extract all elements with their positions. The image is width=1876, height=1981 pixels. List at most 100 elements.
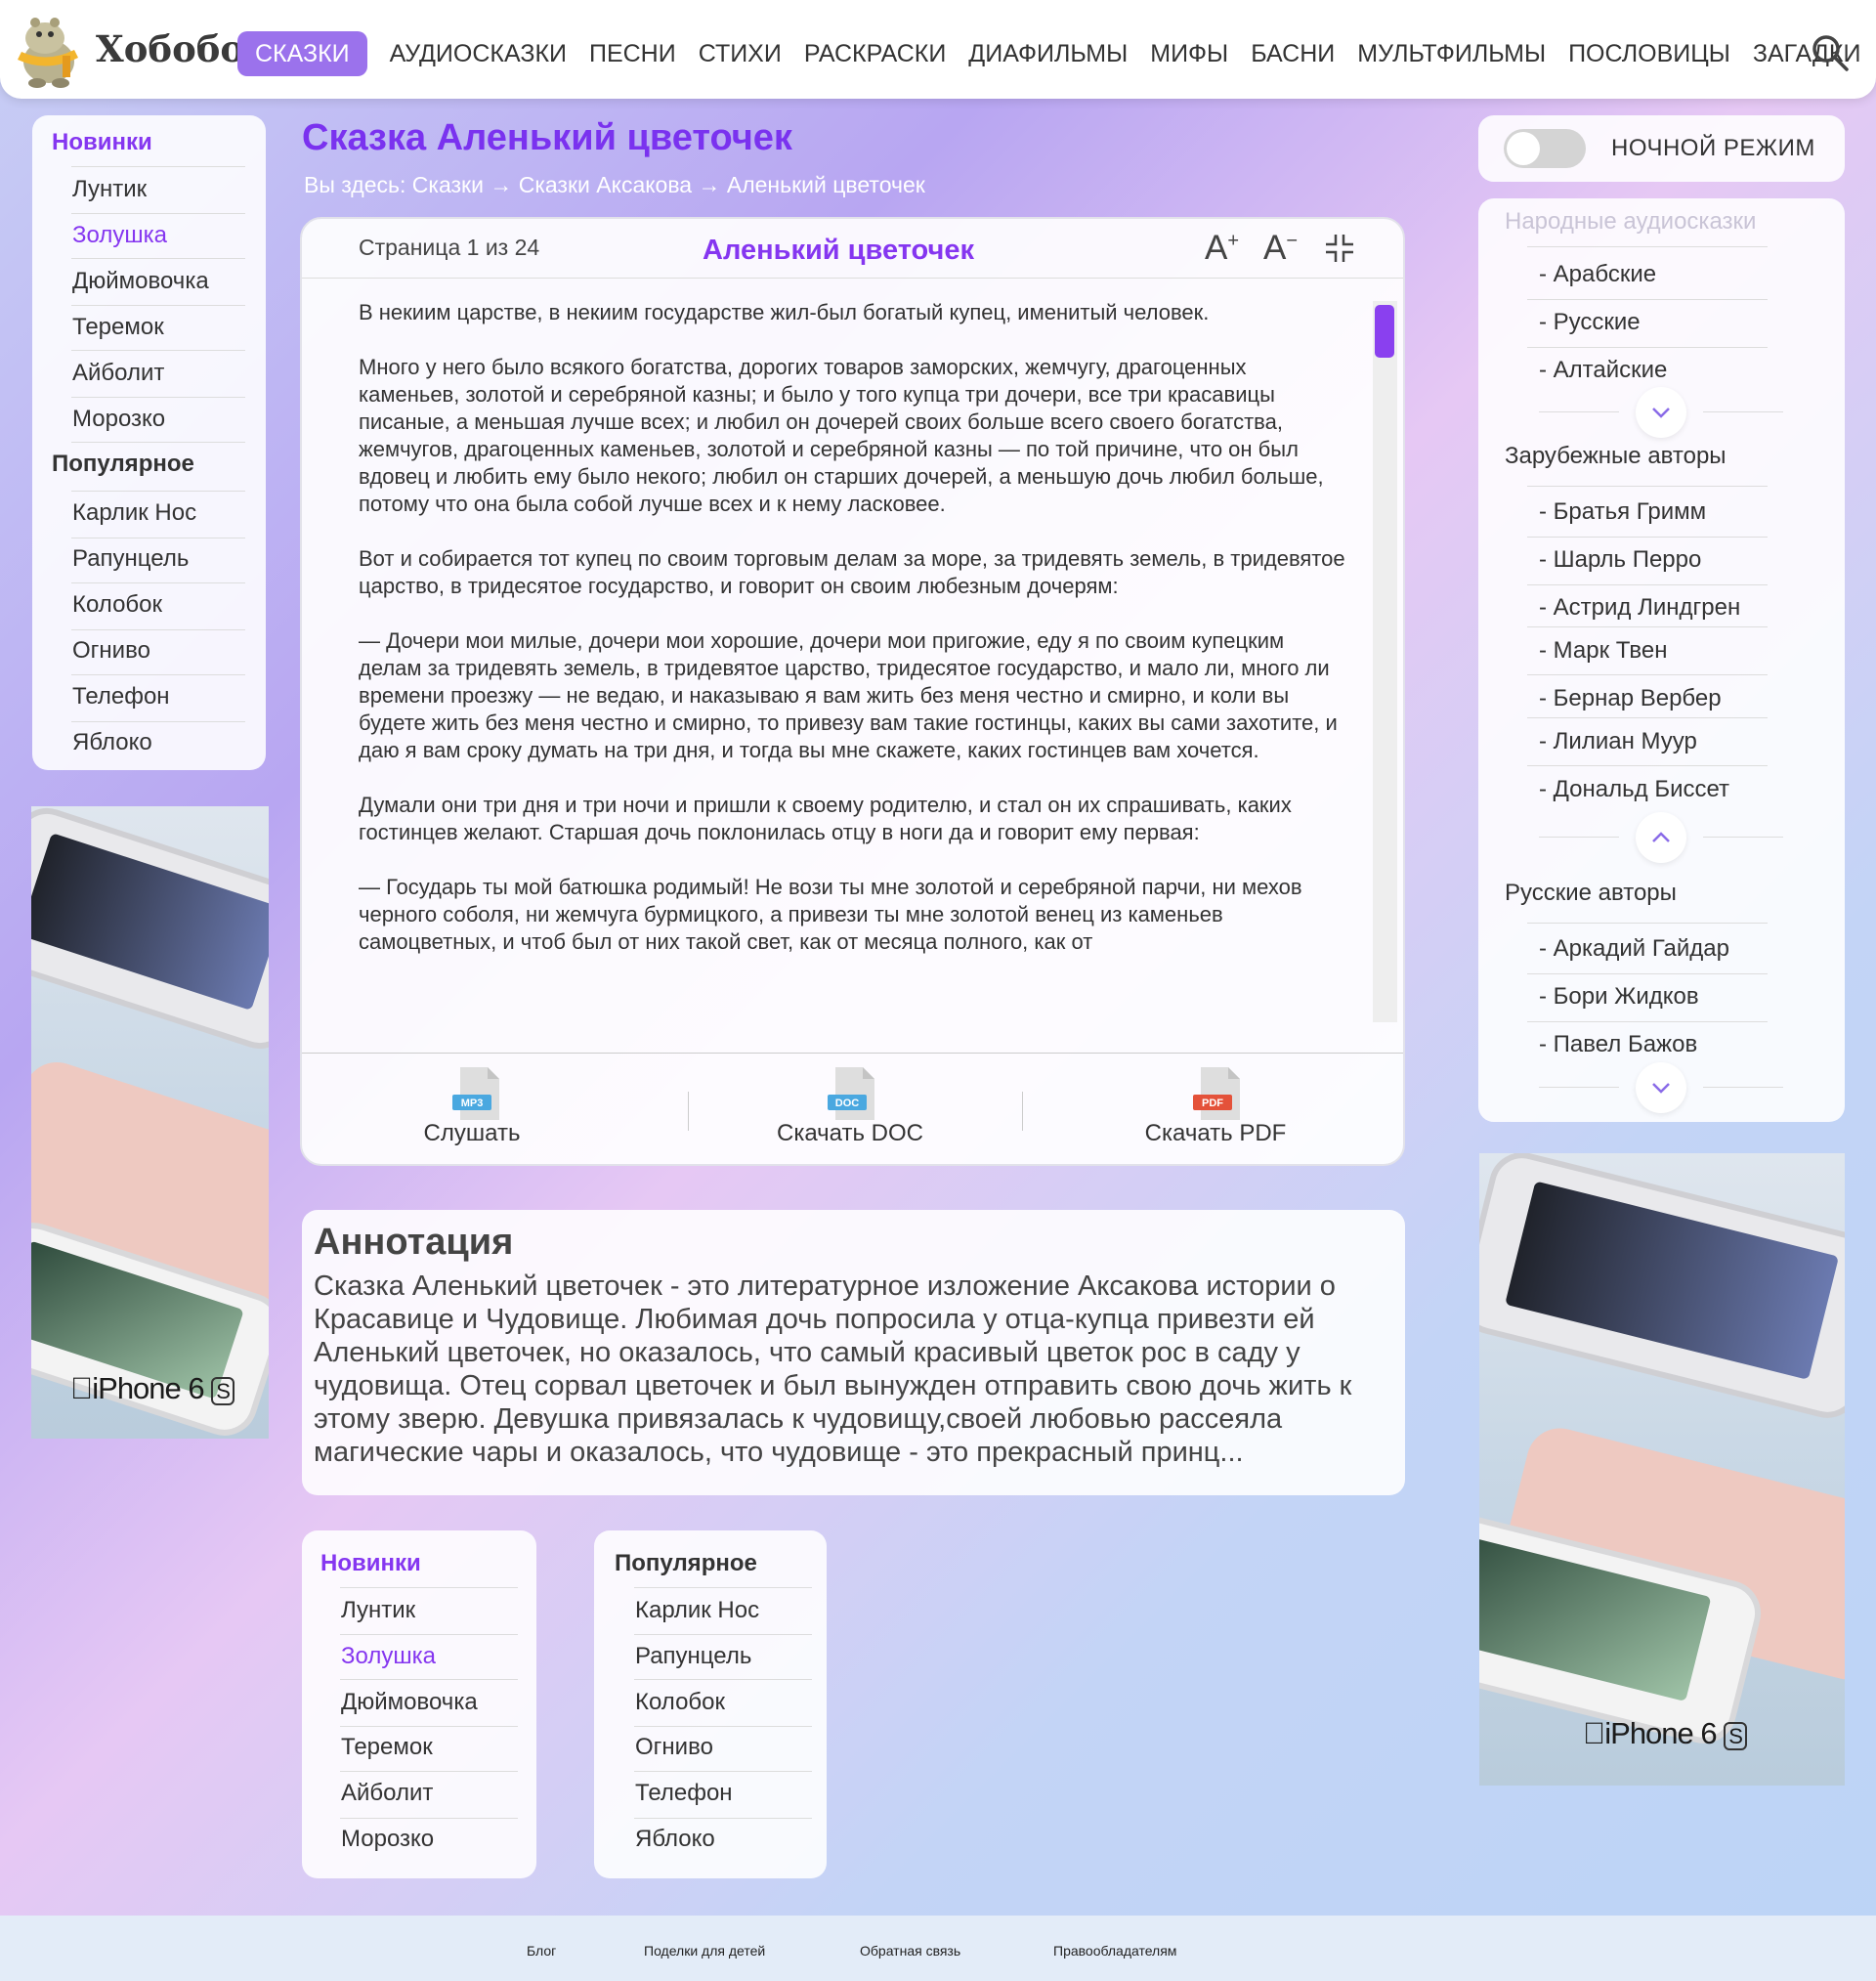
new-heading[interactable]: Новинки: [52, 129, 152, 156]
nav-item-stihi[interactable]: СТИХИ: [699, 31, 782, 76]
expand-button[interactable]: [1636, 387, 1686, 438]
paragraph: Думали они три дня и три ночи и пришли к…: [359, 793, 1292, 844]
menu-item-zolushka[interactable]: Золушка: [341, 1643, 436, 1670]
menu-item-tven[interactable]: - Марк Твен: [1539, 637, 1667, 665]
menu-item-lindgren[interactable]: - Астрид Линдгрен: [1539, 594, 1740, 622]
font-increase-icon[interactable]: A+: [1205, 229, 1239, 268]
menu-item-gaydar[interactable]: - Аркадий Гайдар: [1539, 935, 1729, 963]
menu-item-rapuncel[interactable]: Рапунцель: [72, 545, 189, 573]
nav-item-audioskazki[interactable]: АУДИОСКАЗКИ: [390, 31, 567, 76]
menu-item-ognivo[interactable]: Огниво: [72, 637, 150, 665]
annotation-box: Аннотация Сказка Аленький цветочек - это…: [302, 1210, 1405, 1495]
new-heading[interactable]: Новинки: [320, 1550, 421, 1577]
svg-text:PDF: PDF: [1202, 1098, 1223, 1109]
footer-link-crafts[interactable]: Поделки для детей: [644, 1943, 765, 1959]
menu-item-dyuymovochka[interactable]: Дюймовочка: [72, 268, 209, 295]
menu-item-luntik[interactable]: Лунтик: [72, 176, 147, 203]
reader-title: Аленький цветочек: [703, 235, 974, 266]
night-mode-toggle[interactable]: [1504, 129, 1586, 168]
bottom-new-menu: Новинки Лунтик Золушка Дюймовочка Теремо…: [302, 1530, 536, 1878]
menu-item-bazhov[interactable]: - Павел Бажов: [1539, 1031, 1697, 1058]
nav-item-mify[interactable]: МИФЫ: [1150, 31, 1228, 76]
scrollbar[interactable]: [1373, 301, 1397, 1022]
menu-item-ognivo[interactable]: Огниво: [635, 1734, 713, 1761]
paragraph: — Государь ты мой батюшка родимый! Не во…: [359, 875, 1302, 954]
menu-item-grimm[interactable]: - Братья Гримм: [1539, 498, 1706, 526]
footer-link-copyright[interactable]: Правообладателям: [1053, 1943, 1176, 1959]
menu-item-perro[interactable]: - Шарль Перро: [1539, 546, 1701, 574]
folk-audio-heading[interactable]: Народные аудиосказки: [1505, 208, 1756, 236]
search-icon[interactable]: [1811, 33, 1850, 72]
pdf-file-icon[interactable]: PDF: [1193, 1065, 1244, 1122]
right-ad-banner[interactable]: iPhone 6 S: [1479, 1153, 1845, 1786]
menu-item-morozko[interactable]: Морозко: [341, 1826, 434, 1853]
menu-item-yabloko[interactable]: Яблоко: [72, 729, 152, 756]
scrollbar-thumb[interactable]: [1375, 305, 1394, 358]
chevron-up-icon: [1652, 832, 1670, 842]
story-reader: Страница 1 из 24 Аленький цветочек A+ A−…: [300, 217, 1405, 1166]
breadcrumb[interactable]: Вы здесь: Сказки → Сказки Аксакова → Але…: [304, 172, 925, 198]
collapse-button[interactable]: [1636, 812, 1686, 863]
menu-item-telefon[interactable]: Телефон: [635, 1780, 733, 1807]
font-decrease-icon[interactable]: A−: [1263, 229, 1298, 268]
menu-item-altayskie[interactable]: - Алтайские: [1539, 357, 1667, 384]
svg-text:MP3: MP3: [461, 1098, 484, 1109]
menu-item-bisset[interactable]: - Дональд Биссет: [1539, 776, 1729, 803]
footer-link-feedback[interactable]: Обратная связь: [860, 1943, 960, 1959]
collapse-icon[interactable]: [1324, 233, 1355, 264]
brand-name[interactable]: Хобобо: [96, 27, 244, 70]
hippo-logo-icon[interactable]: [8, 13, 88, 91]
foreign-authors-heading[interactable]: Зарубежные авторы: [1505, 443, 1727, 470]
paragraph: — Дочери мои милые, дочери мои хорошие, …: [359, 628, 1338, 762]
nav-item-pesni[interactable]: ПЕСНИ: [589, 31, 676, 76]
mp3-file-icon[interactable]: MP3: [452, 1065, 503, 1122]
menu-item-yabloko[interactable]: Яблоко: [635, 1826, 715, 1853]
site-footer: Блог Поделки для детей Обратная связь Пр…: [0, 1916, 1876, 1981]
doc-file-icon[interactable]: DOC: [828, 1065, 878, 1122]
menu-item-dyuymovochka[interactable]: Дюймовочка: [341, 1689, 478, 1716]
menu-item-zolushka[interactable]: Золушка: [72, 222, 167, 249]
menu-item-luntik[interactable]: Лунтик: [341, 1597, 415, 1624]
footer-link-blog[interactable]: Блог: [527, 1943, 556, 1959]
nav-item-diafilmy[interactable]: ДИАФИЛЬМЫ: [968, 31, 1128, 76]
site-header: Хобобо СКАЗКИ АУДИОСКАЗКИ ПЕСНИ СТИХИ РА…: [0, 0, 1876, 99]
menu-item-muur[interactable]: - Лилиан Муур: [1539, 728, 1697, 755]
story-text: В некиим царстве, в некиим государстве ж…: [359, 299, 1345, 1020]
menu-item-kolobok[interactable]: Колобок: [72, 591, 162, 619]
right-menu: Народные аудиосказки - Арабские - Русски…: [1478, 198, 1845, 1122]
nav-item-raskraski[interactable]: РАСКРАСКИ: [804, 31, 946, 76]
menu-item-karlik-nos[interactable]: Карлик Нос: [72, 499, 196, 527]
svg-text:DOC: DOC: [835, 1098, 860, 1109]
menu-item-morozko[interactable]: Морозко: [72, 406, 165, 433]
nav-item-poslovicy[interactable]: ПОСЛОВИЦЫ: [1568, 31, 1730, 76]
nav-item-multfilmy[interactable]: МУЛЬТФИЛЬМЫ: [1357, 31, 1546, 76]
paragraph: Много у него было всякого богатства, дор…: [359, 355, 1324, 516]
menu-item-arabskie[interactable]: - Арабские: [1539, 261, 1656, 288]
menu-item-russkie[interactable]: - Русские: [1539, 309, 1641, 336]
expand-button[interactable]: [1636, 1062, 1686, 1113]
nav-item-skazki[interactable]: СКАЗКИ: [237, 31, 367, 76]
menu-item-aybolit[interactable]: Айболит: [341, 1780, 433, 1807]
toggle-knob[interactable]: [1507, 132, 1540, 165]
menu-item-teremok[interactable]: Теремок: [72, 314, 164, 341]
menu-item-verber[interactable]: - Бернар Вербер: [1539, 685, 1722, 712]
paragraph: В некиим царстве, в некиим государстве ж…: [359, 300, 1210, 324]
left-ad-banner[interactable]: iPhone 6 S: [31, 806, 269, 1439]
menu-item-zhidkov[interactable]: - Бори Жидков: [1539, 983, 1699, 1011]
popular-heading[interactable]: Популярное: [615, 1550, 757, 1577]
download-doc-button[interactable]: Скачать DOC: [733, 1120, 967, 1147]
menu-item-aybolit[interactable]: Айболит: [72, 360, 164, 387]
russian-authors-heading[interactable]: Русские авторы: [1505, 880, 1677, 907]
bottom-popular-menu: Популярное Карлик Нос Рапунцель Колобок …: [594, 1530, 827, 1878]
night-mode-panel: НОЧНОЙ РЕЖИМ: [1478, 115, 1845, 182]
menu-item-rapuncel[interactable]: Рапунцель: [635, 1643, 751, 1670]
listen-button[interactable]: Слушать: [355, 1120, 589, 1147]
nav-item-basni[interactable]: БАСНИ: [1251, 31, 1335, 76]
popular-heading[interactable]: Популярное: [52, 451, 194, 478]
menu-item-teremok[interactable]: Теремок: [341, 1734, 433, 1761]
ad-label: iPhone 6 S: [1583, 1716, 1747, 1751]
menu-item-telefon[interactable]: Телефон: [72, 683, 170, 711]
download-pdf-button[interactable]: Скачать PDF: [1098, 1120, 1333, 1147]
menu-item-kolobok[interactable]: Колобок: [635, 1689, 725, 1716]
menu-item-karlik-nos[interactable]: Карлик Нос: [635, 1597, 759, 1624]
